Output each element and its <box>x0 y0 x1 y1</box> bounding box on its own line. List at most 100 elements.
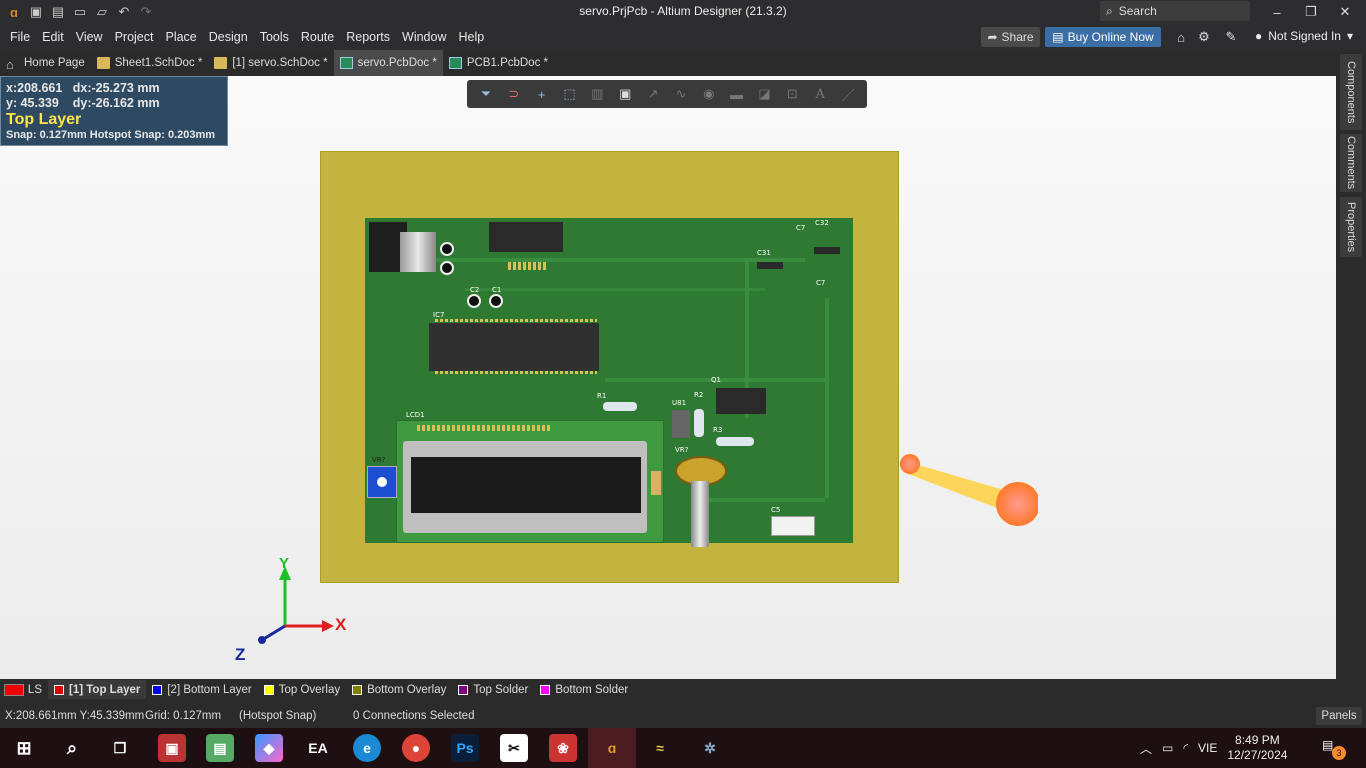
menu-file[interactable]: File <box>0 30 36 44</box>
copilot-icon[interactable]: ◆ <box>255 734 283 762</box>
line-icon[interactable]: ／ <box>837 83 859 105</box>
tab-servo-schdoc[interactable]: [1] servo.SchDoc * <box>208 50 333 76</box>
save-all-icon[interactable]: ▤ <box>50 4 66 20</box>
diff-pair-icon[interactable]: ∿ <box>670 83 692 105</box>
capacitor-c2[interactable] <box>467 294 481 308</box>
trimmer-potentiometer[interactable] <box>367 466 397 498</box>
chip-u81[interactable] <box>672 410 690 438</box>
layer-tab-top[interactable]: [1] Top Layer <box>48 680 147 699</box>
altium-taskbar-icon[interactable]: ɑ <box>588 728 636 768</box>
clock[interactable]: 8:49 PM 12/27/2024 <box>1227 733 1287 763</box>
title-bar: ɑ ▣ ▤ ▭ ▱ ↶ ↷ servo.PrjPcb - Altium Desi… <box>0 0 1366 24</box>
layer-tab-bottom[interactable]: [2] Bottom Layer <box>146 680 257 699</box>
chevron-up-icon[interactable]: ︿ <box>1140 740 1152 757</box>
lcd-screen <box>411 457 641 513</box>
filter-icon[interactable]: ⏷ <box>475 83 497 105</box>
select-rect-icon[interactable]: ⬚ <box>559 83 581 105</box>
resistor-r1[interactable] <box>603 402 637 411</box>
atom-icon[interactable]: ✲ <box>696 734 724 762</box>
wifi-icon[interactable]: ◜ <box>1183 741 1188 755</box>
layer-tab-top-overlay[interactable]: Top Overlay <box>258 680 346 699</box>
chrome-icon[interactable]: ● <box>402 734 430 762</box>
battery-icon[interactable]: ▭ <box>1162 741 1173 755</box>
windows-start-icon[interactable]: ⊞ <box>10 734 38 762</box>
menu-edit[interactable]: Edit <box>36 30 70 44</box>
menu-reports[interactable]: Reports <box>340 30 396 44</box>
text-icon[interactable]: A <box>809 83 831 105</box>
menu-view[interactable]: View <box>70 30 109 44</box>
capacitor[interactable] <box>440 261 454 275</box>
resistor-r2[interactable] <box>694 409 704 437</box>
menu-design[interactable]: Design <box>203 30 254 44</box>
via-icon[interactable]: ◉ <box>698 83 720 105</box>
language-indicator[interactable]: VIE <box>1198 741 1217 755</box>
dimension-icon[interactable]: ⊡ <box>781 83 803 105</box>
task-view-icon[interactable]: ❐ <box>106 734 134 762</box>
file-explorer-icon[interactable]: ▤ <box>206 734 234 762</box>
edge-icon[interactable]: e <box>353 734 381 762</box>
capacitor[interactable] <box>440 242 454 256</box>
capcut-icon[interactable]: ✂ <box>500 734 528 762</box>
transistor-q1[interactable] <box>716 388 766 414</box>
pcb-3d-canvas[interactable]: C2 C1 IC7 C31 C32 C7 C7 R1 Q1 U81 R2 R3 … <box>0 76 1336 679</box>
user-menu[interactable]: ● Not Signed In ▾ <box>1255 29 1353 43</box>
tab-pcb1-pcbdoc[interactable]: PCB1.PcbDoc * <box>443 50 554 76</box>
buy-online-button[interactable]: ▤ Buy Online Now <box>1045 27 1161 47</box>
open-project-icon[interactable]: ▱ <box>94 4 110 20</box>
lcd-module[interactable] <box>396 420 664 543</box>
layer-tab-bottom-overlay[interactable]: Bottom Overlay <box>346 680 452 699</box>
menu-window[interactable]: Window <box>396 30 452 44</box>
search-input[interactable]: ⌕ Search <box>1100 1 1250 21</box>
undo-icon[interactable]: ↶ <box>116 4 132 20</box>
tab-servo-pcbdoc[interactable]: servo.PcbDoc * <box>333 50 443 76</box>
label-vr-right: VR? <box>675 446 689 454</box>
menu-help[interactable]: Help <box>452 30 490 44</box>
menu-place[interactable]: Place <box>159 30 202 44</box>
open-icon[interactable]: ▭ <box>72 4 88 20</box>
save-icon[interactable]: ▣ <box>28 4 44 20</box>
component-icon[interactable]: ▣ <box>614 83 636 105</box>
redo-icon[interactable]: ↷ <box>138 4 154 20</box>
tab-home-page[interactable]: ⌂ Home Page <box>0 50 91 76</box>
menu-project[interactable]: Project <box>109 30 160 44</box>
home-icon[interactable]: ⌂ <box>1172 28 1190 46</box>
layer-set-button[interactable]: LS <box>0 680 48 699</box>
pin-header-c31[interactable] <box>757 262 783 269</box>
wrench-icon[interactable]: ✎ <box>1222 28 1240 46</box>
search-placeholder: Search <box>1118 4 1157 18</box>
panel-comments[interactable]: Comments <box>1340 134 1362 192</box>
search-icon[interactable]: ⌕ <box>58 734 86 762</box>
media-app-icon[interactable]: ▣ <box>158 734 186 762</box>
notification-center[interactable]: ▤ 3 <box>1322 738 1346 760</box>
panel-components[interactable]: Components <box>1340 54 1362 130</box>
menu-tools[interactable]: Tools <box>254 30 295 44</box>
share-button[interactable]: ➦ Share <box>981 27 1040 47</box>
header-connector[interactable] <box>489 222 563 252</box>
resistor-r3[interactable] <box>716 437 754 446</box>
gear-icon[interactable]: ⚙ <box>1195 28 1213 46</box>
panel-properties[interactable]: Properties <box>1340 197 1362 257</box>
photoshop-icon[interactable]: Ps <box>451 734 479 762</box>
magnet-icon[interactable]: ⊃ <box>503 83 525 105</box>
keepout-icon[interactable]: ◪ <box>754 83 776 105</box>
panels-button[interactable]: Panels <box>1316 707 1362 725</box>
align-icon[interactable]: ▥ <box>586 83 608 105</box>
route-icon[interactable]: ↗ <box>642 83 664 105</box>
ea-app-icon[interactable]: EA <box>304 734 332 762</box>
connector-c5[interactable] <box>771 516 815 536</box>
microcontroller-ic7[interactable] <box>429 323 599 371</box>
restore-button[interactable]: ❐ <box>1294 0 1328 24</box>
close-button[interactable]: ✕ <box>1328 0 1362 24</box>
minimize-button[interactable]: – <box>1260 0 1294 24</box>
layer-tab-bottom-solder[interactable]: Bottom Solder <box>534 680 634 699</box>
pin-header-c32[interactable] <box>814 247 840 254</box>
polygon-icon[interactable]: ▬ <box>726 83 748 105</box>
tab-sheet1-schdoc[interactable]: Sheet1.SchDoc * <box>91 50 209 76</box>
capacitor-c1[interactable] <box>489 294 503 308</box>
clock-time: 8:49 PM <box>1235 733 1280 747</box>
menu-route[interactable]: Route <box>295 30 340 44</box>
proteus-icon[interactable]: ≈ <box>646 734 674 762</box>
crosshair-icon[interactable]: + <box>531 83 553 105</box>
layer-tab-top-solder[interactable]: Top Solder <box>452 680 534 699</box>
raspberry-icon[interactable]: ❀ <box>549 734 577 762</box>
